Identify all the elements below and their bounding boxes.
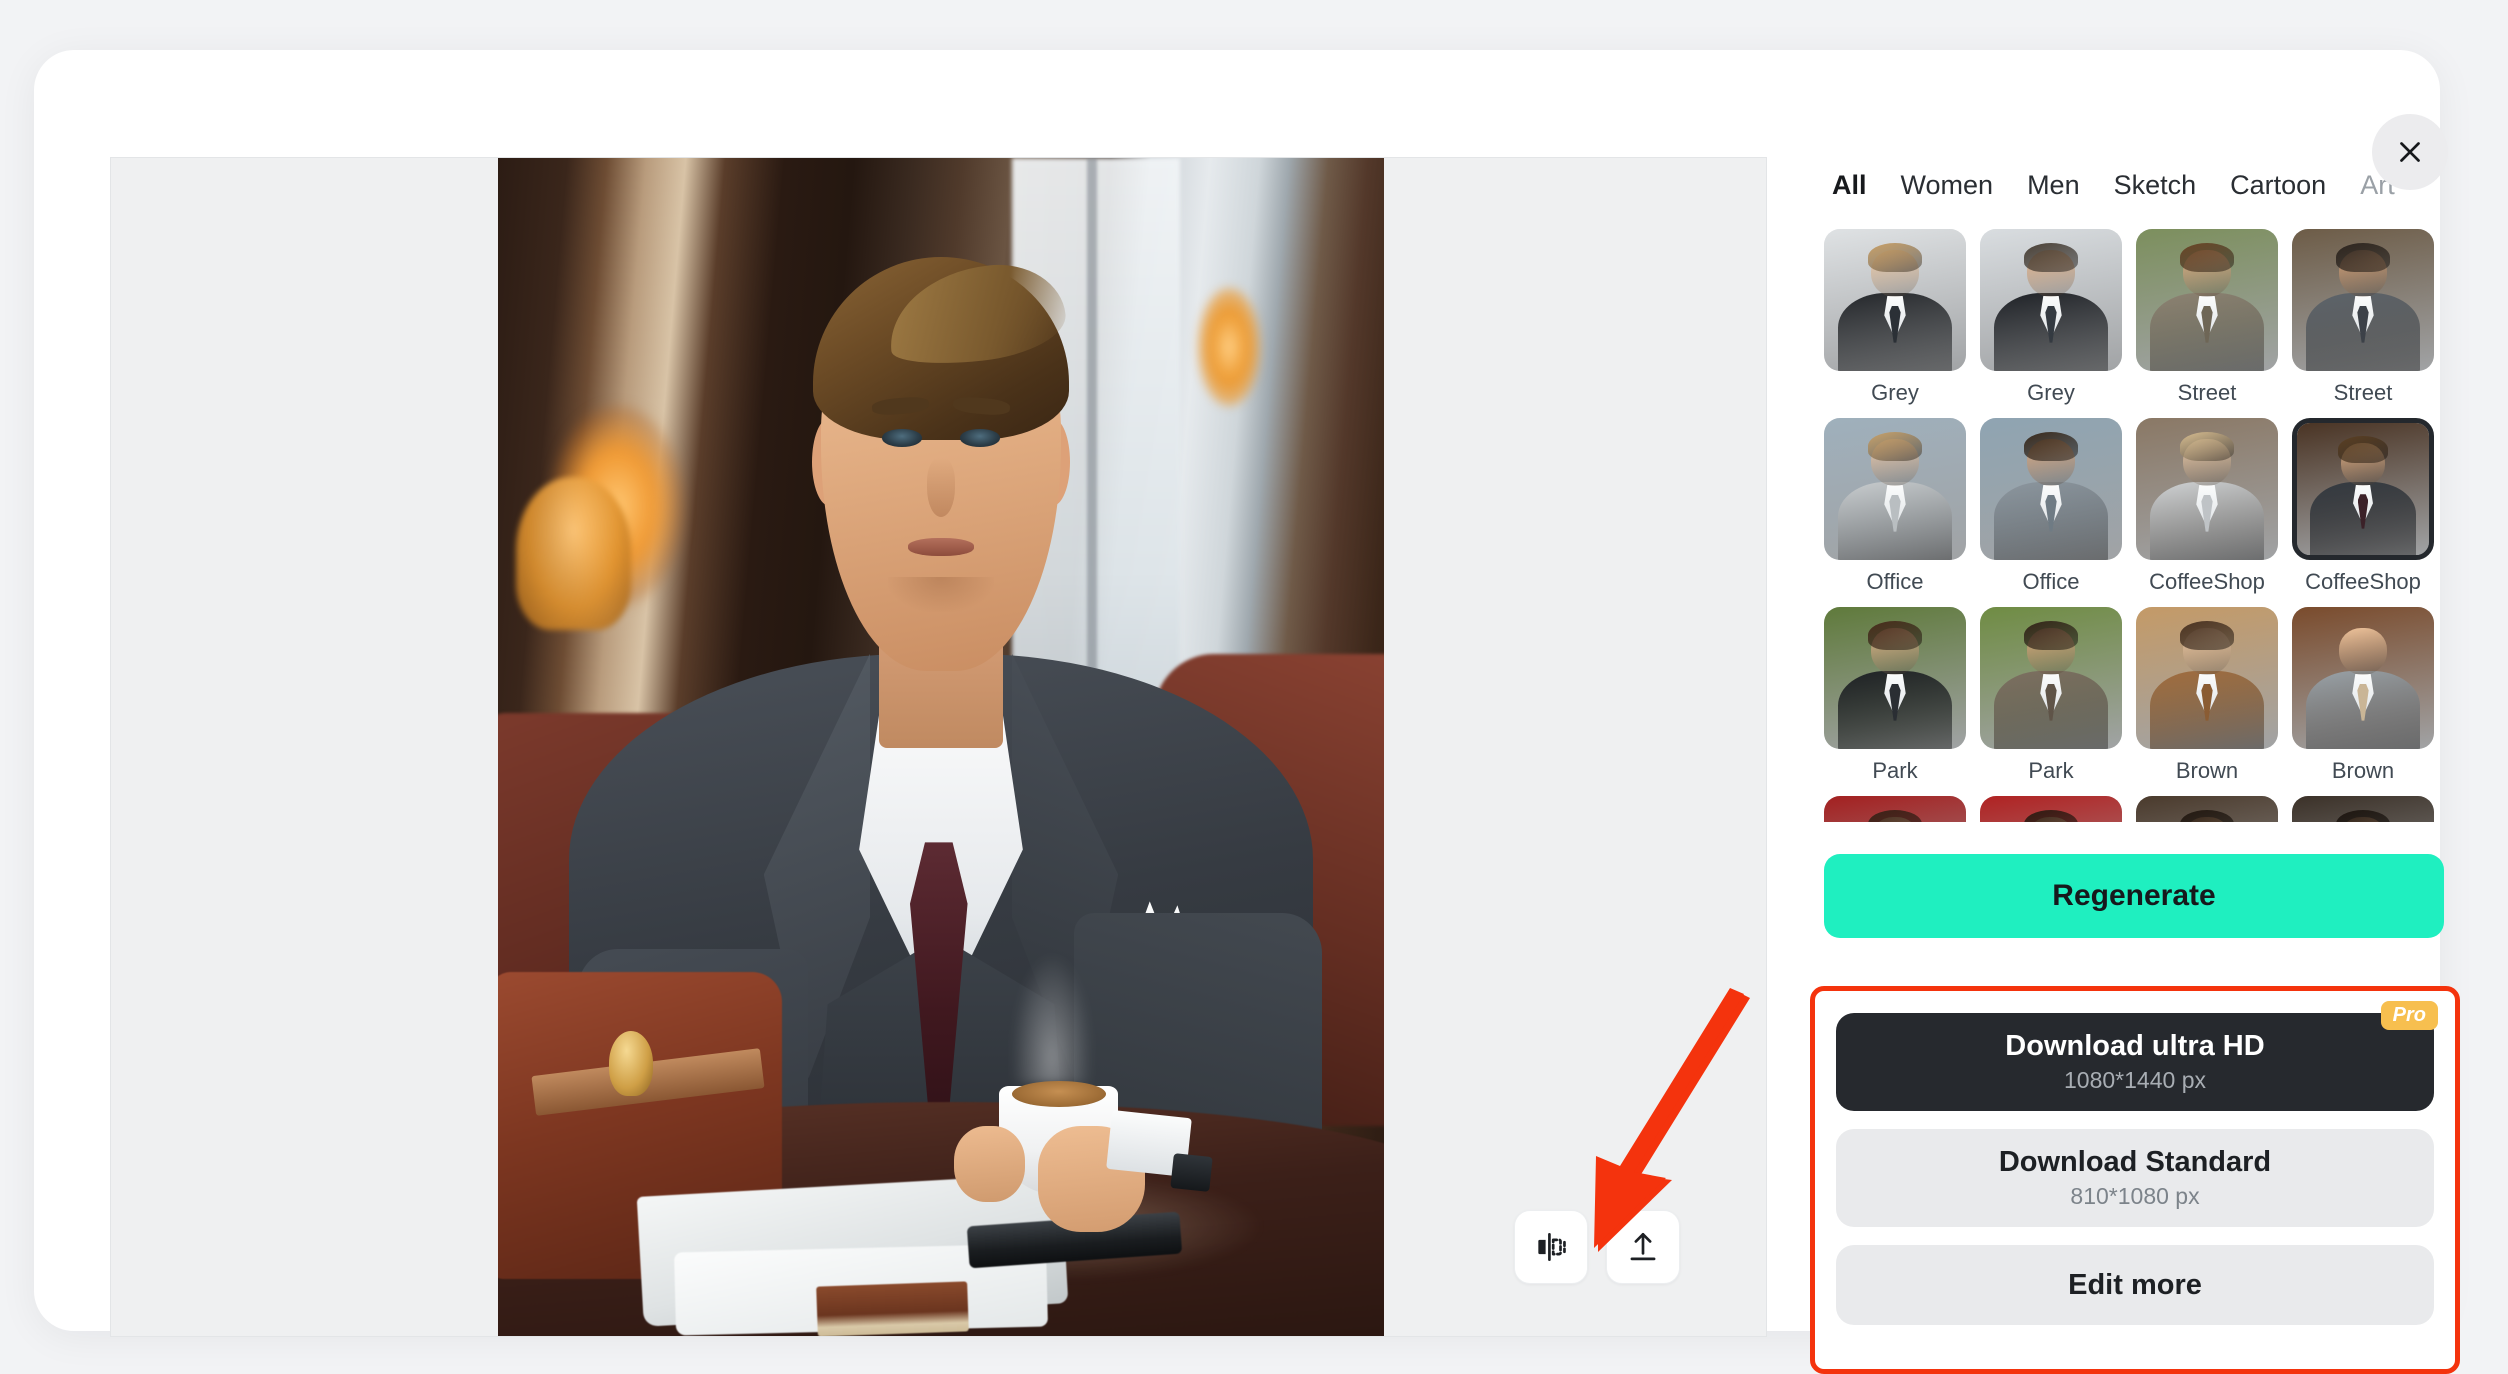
style-thumbnail-image: [1980, 796, 2122, 822]
canvas-toolbar: [1514, 1210, 1680, 1284]
style-thumbnail-label: Street: [2177, 380, 2237, 405]
page-root: All Women Men Sketch Cartoon Art Grey Gre…: [0, 0, 2508, 1374]
notebook: [816, 1281, 969, 1336]
style-thumbnail[interactable]: CoffeeShop: [2136, 418, 2278, 595]
style-thumbnail-image: [1824, 229, 1966, 371]
style-thumbnail-label: Park: [1872, 758, 1918, 783]
lamp-glow-right: [1197, 287, 1260, 406]
style-thumbnail[interactable]: Office: [1824, 418, 1966, 595]
style-thumbnail[interactable]: [1980, 796, 2122, 822]
style-thumbnail-label: Park: [2028, 758, 2074, 783]
style-thumbnail-image: [2136, 229, 2278, 371]
style-thumbnail[interactable]: Office: [1980, 418, 2122, 595]
style-thumbnail-grid: Grey Grey Street Street Office Office CoffeeSh…: [1824, 229, 2444, 822]
style-thumbnail-image: [1980, 607, 2122, 749]
style-thumbnail-image: [2292, 418, 2434, 560]
style-thumbnail[interactable]: Brown: [2136, 607, 2278, 784]
coffee-steam: [1011, 954, 1092, 1085]
style-thumbnail[interactable]: [2292, 796, 2434, 822]
style-thumbnail-label: Office: [1866, 569, 1924, 594]
download-ultra-hd-size: 1080*1440 px: [2064, 1067, 2206, 1093]
coffee-liquid: [1011, 1080, 1106, 1107]
style-thumbnail-image: [1980, 229, 2122, 371]
chin-shadow: [887, 576, 995, 613]
upload-share-icon: [1624, 1228, 1662, 1266]
wristwatch: [1170, 1153, 1213, 1193]
style-thumbnail[interactable]: CoffeeShop: [2292, 418, 2434, 595]
style-thumbnail-scroller[interactable]: Grey Grey Street Street Office Office CoffeeSh…: [1824, 229, 2444, 822]
style-thumbnail-label: Grey: [1871, 380, 1919, 405]
style-thumbnail[interactable]: Street: [2292, 229, 2434, 406]
pro-badge: Pro: [2380, 1001, 2438, 1030]
lamp-shade: [515, 476, 631, 630]
style-thumbnail-label: CoffeeShop: [2149, 569, 2265, 594]
style-thumbnail[interactable]: Street: [2136, 229, 2278, 406]
style-thumbnail-label: Grey: [2027, 380, 2075, 405]
style-thumbnail-image: [2136, 418, 2278, 560]
image-canvas: [110, 157, 1767, 1337]
download-ultra-hd-title: Download ultra HD: [2005, 1030, 2265, 1062]
download-standard-size: 810*1080 px: [2070, 1183, 2200, 1209]
hand-left: [954, 1125, 1026, 1203]
style-thumbnail-label: Office: [2022, 569, 2080, 594]
style-thumbnail-image: [2136, 796, 2278, 822]
tab-cartoon[interactable]: Cartoon: [2230, 170, 2326, 201]
style-thumbnail-label: Brown: [2331, 758, 2395, 783]
close-icon: [2393, 135, 2427, 169]
style-thumbnail-image: [1824, 607, 1966, 749]
download-ultra-hd-button[interactable]: Download ultra HD 1080*1440 px Pro: [1836, 1001, 2438, 1111]
style-thumbnail-image: [1824, 796, 1966, 822]
result-modal: All Women Men Sketch Cartoon Art Grey Gre…: [34, 50, 2460, 1374]
style-thumbnail-label: Street: [2333, 380, 2393, 405]
edit-more-button[interactable]: Edit more: [1836, 1245, 2434, 1325]
mirror-flip-icon: [1532, 1228, 1570, 1266]
portrait-scene: [498, 158, 1384, 1336]
style-thumbnail[interactable]: Brown: [2292, 607, 2434, 784]
regenerate-button[interactable]: Regenerate: [1824, 854, 2444, 938]
upload-share-button[interactable]: [1606, 1210, 1680, 1284]
edit-more-title: Edit more: [2068, 1268, 2202, 1301]
bag-lock: [608, 1031, 654, 1097]
style-thumbnail-image: [2136, 607, 2278, 749]
style-thumbnail[interactable]: Park: [1824, 607, 1966, 784]
nose: [926, 457, 956, 517]
style-thumbnail[interactable]: Grey: [1980, 229, 2122, 406]
mouth: [908, 537, 974, 556]
tab-men[interactable]: Men: [2027, 170, 2080, 201]
style-thumbnail-image: [2292, 607, 2434, 749]
style-thumbnail[interactable]: Grey: [1824, 229, 1966, 406]
tab-sketch[interactable]: Sketch: [2114, 170, 2197, 201]
mirror-flip-button[interactable]: [1514, 1210, 1588, 1284]
generated-portrait[interactable]: [498, 158, 1384, 1336]
style-thumbnail[interactable]: [2136, 796, 2278, 822]
style-thumbnail-label: Brown: [2175, 758, 2239, 783]
style-thumbnail-label: CoffeeShop: [2305, 569, 2421, 594]
style-thumbnail-image: [2292, 796, 2434, 822]
category-tabs: All Women Men Sketch Cartoon Art: [1824, 157, 2444, 213]
tab-all[interactable]: All: [1832, 170, 1867, 201]
tab-women[interactable]: Women: [1901, 170, 1994, 201]
download-standard-title: Download Standard: [1998, 1146, 2272, 1178]
download-standard-button[interactable]: Download Standard 810*1080 px: [1836, 1129, 2434, 1227]
style-thumbnail-image: [1824, 418, 1966, 560]
style-thumbnail[interactable]: [1824, 796, 1966, 822]
download-options-panel: Download ultra HD 1080*1440 px Pro Downl…: [1810, 986, 2460, 1374]
close-modal-button[interactable]: [2372, 114, 2448, 190]
style-thumbnail-image: [1980, 418, 2122, 560]
style-thumbnail-image: [2292, 229, 2434, 371]
style-thumbnail[interactable]: Park: [1980, 607, 2122, 784]
